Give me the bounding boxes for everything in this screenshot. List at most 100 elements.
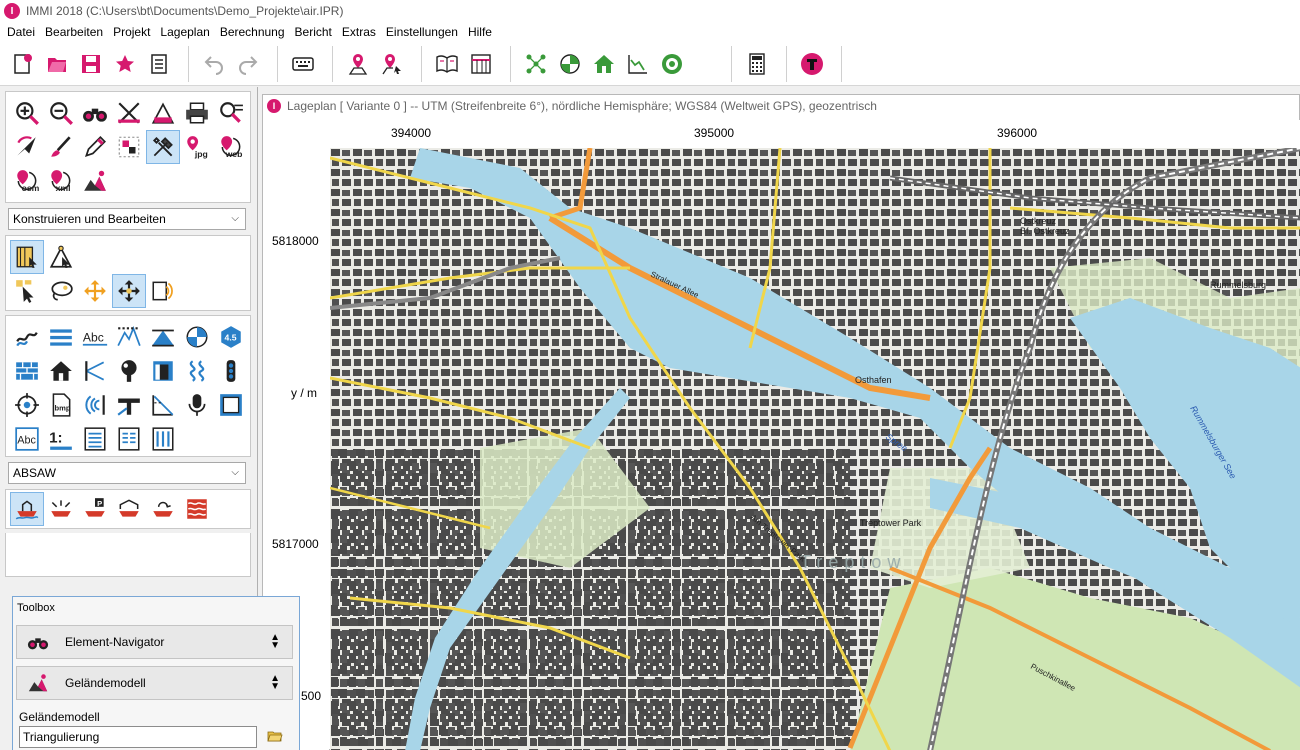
calculator-icon[interactable]	[742, 49, 772, 79]
target-icon[interactable]	[657, 49, 687, 79]
new-project-icon[interactable]	[8, 49, 38, 79]
grid-point-icon[interactable]	[112, 130, 146, 164]
network-icon[interactable]	[521, 49, 551, 79]
tree-icon[interactable]	[112, 354, 146, 388]
sound-icon[interactable]	[78, 388, 112, 422]
map-label-rummelsburg: Rummelsburg	[1210, 280, 1266, 290]
section-icon[interactable]	[146, 96, 180, 130]
menu-bericht[interactable]: Bericht	[290, 25, 337, 39]
menu-projekt[interactable]: Projekt	[108, 25, 155, 39]
terrain-model-field[interactable]: Triangulierung	[19, 726, 257, 748]
absaw-ship-hidden-icon[interactable]	[44, 492, 78, 526]
folder-open-icon[interactable]	[267, 729, 283, 743]
svg-text:Abc: Abc	[83, 330, 104, 344]
absaw-ship-rotate-icon[interactable]	[146, 492, 180, 526]
slope-icon[interactable]	[146, 388, 180, 422]
keyboard-icon[interactable]	[288, 49, 318, 79]
absaw-waves-icon[interactable]	[180, 492, 214, 526]
hexagon-icon[interactable]: 4.5	[214, 320, 248, 354]
railway-icon[interactable]	[44, 320, 78, 354]
export-xml-icon[interactable]: xml	[44, 164, 78, 198]
terrain-model-row[interactable]: Geländemodell ▲ ▼	[16, 666, 293, 700]
binoculars-icon[interactable]	[78, 96, 112, 130]
measure-icon[interactable]	[112, 96, 146, 130]
menu-berechnung[interactable]: Berechnung	[215, 25, 290, 39]
grid-report-icon[interactable]	[466, 49, 496, 79]
pie-chart-icon[interactable]	[555, 49, 585, 79]
map-canvas[interactable]: Ostkreuz Bf. Ostkreuz Rummelsburg Rummel…	[330, 148, 1300, 750]
vertex-edit-icon[interactable]	[44, 240, 78, 274]
menu-hilfe[interactable]: Hilfe	[463, 25, 497, 39]
book-icon[interactable]	[432, 49, 462, 79]
export-osm-icon[interactable]: osm	[10, 164, 44, 198]
zoom-out-icon[interactable]	[44, 96, 78, 130]
columns-icon[interactable]	[146, 422, 180, 456]
element-navigator-row[interactable]: Element-Navigator ▲ ▼	[16, 625, 293, 659]
toolbar-separator	[332, 45, 333, 82]
move-icon[interactable]	[78, 274, 112, 308]
menu-lageplan[interactable]: Lageplan	[155, 25, 214, 39]
select-polygon-icon[interactable]	[10, 240, 44, 274]
properties-icon[interactable]	[144, 49, 174, 79]
zoom-in-icon[interactable]	[10, 96, 44, 130]
favorites-icon[interactable]	[110, 49, 140, 79]
menu-extras[interactable]: Extras	[337, 25, 381, 39]
absaw-ship-parking-icon[interactable]: P	[78, 492, 112, 526]
abc-label-icon[interactable]: Abc	[10, 422, 44, 456]
open-project-icon[interactable]	[42, 49, 72, 79]
pie-icon[interactable]	[180, 320, 214, 354]
barrier-icon[interactable]	[146, 320, 180, 354]
area-icon[interactable]	[180, 354, 214, 388]
lasso-icon[interactable]	[44, 274, 78, 308]
signal-icon[interactable]	[146, 274, 180, 308]
rotate-3d-icon[interactable]	[10, 130, 44, 164]
list-icon[interactable]	[78, 422, 112, 456]
menu-bearbeiten[interactable]: Bearbeiten	[40, 25, 108, 39]
export-jpg-icon[interactable]: jpg	[180, 130, 214, 164]
redo-icon[interactable]	[233, 49, 263, 79]
save-icon[interactable]	[76, 49, 106, 79]
absaw-select-value: ABSAW	[13, 466, 56, 480]
undo-icon[interactable]	[199, 49, 229, 79]
terrain-field-label: Geländemodell	[19, 710, 100, 724]
wall-icon[interactable]	[10, 354, 44, 388]
absaw-ship-bridge-icon[interactable]	[112, 492, 146, 526]
bitmap-icon[interactable]: bmp	[44, 388, 78, 422]
house-icon[interactable]	[589, 49, 619, 79]
export-web-icon[interactable]: web	[214, 130, 248, 164]
traffic-light-icon[interactable]	[214, 354, 248, 388]
text-icon[interactable]: Abc	[78, 320, 112, 354]
mode-select[interactable]: Konstruieren und Bearbeiten ⌵	[8, 208, 246, 230]
place-point-arrow-icon[interactable]	[377, 49, 407, 79]
dotted-line-icon[interactable]	[112, 320, 146, 354]
pen-icon[interactable]	[78, 130, 112, 164]
expand-collapse-icon[interactable]: ▲ ▼	[270, 674, 280, 692]
terrain-chart-icon[interactable]	[623, 49, 653, 79]
building-icon[interactable]	[44, 354, 78, 388]
microphone-icon[interactable]	[180, 388, 214, 422]
paint-brush-icon[interactable]	[44, 130, 78, 164]
tools-icon[interactable]	[146, 130, 180, 164]
reflector-icon[interactable]	[78, 354, 112, 388]
scale-icon[interactable]: 1:	[44, 422, 78, 456]
receiver-icon[interactable]	[10, 388, 44, 422]
map-label-bf-ostkreuz: Bf. Ostkreuz	[1020, 226, 1070, 236]
immi-logo-icon[interactable]	[797, 49, 827, 79]
bridge-icon[interactable]	[112, 388, 146, 422]
menu-datei[interactable]: Datei	[2, 25, 40, 39]
x-axis-ruler: 394000 395000 396000	[263, 120, 1300, 148]
place-point-icon[interactable]	[343, 49, 373, 79]
cylinder-icon[interactable]	[146, 354, 180, 388]
table-icon[interactable]	[112, 422, 146, 456]
absaw-ship-icon[interactable]	[10, 492, 44, 526]
absaw-select[interactable]: ABSAW ⌵	[8, 462, 246, 484]
zoom-list-icon[interactable]	[214, 96, 248, 130]
terrain-export-icon[interactable]	[78, 164, 112, 198]
print-icon[interactable]	[180, 96, 214, 130]
select-arrow-icon[interactable]	[10, 274, 44, 308]
frame-icon[interactable]	[214, 388, 248, 422]
move-point-icon[interactable]	[112, 274, 146, 308]
road-icon[interactable]	[10, 320, 44, 354]
expand-collapse-icon[interactable]: ▲ ▼	[270, 633, 280, 651]
menu-einstellungen[interactable]: Einstellungen	[381, 25, 463, 39]
